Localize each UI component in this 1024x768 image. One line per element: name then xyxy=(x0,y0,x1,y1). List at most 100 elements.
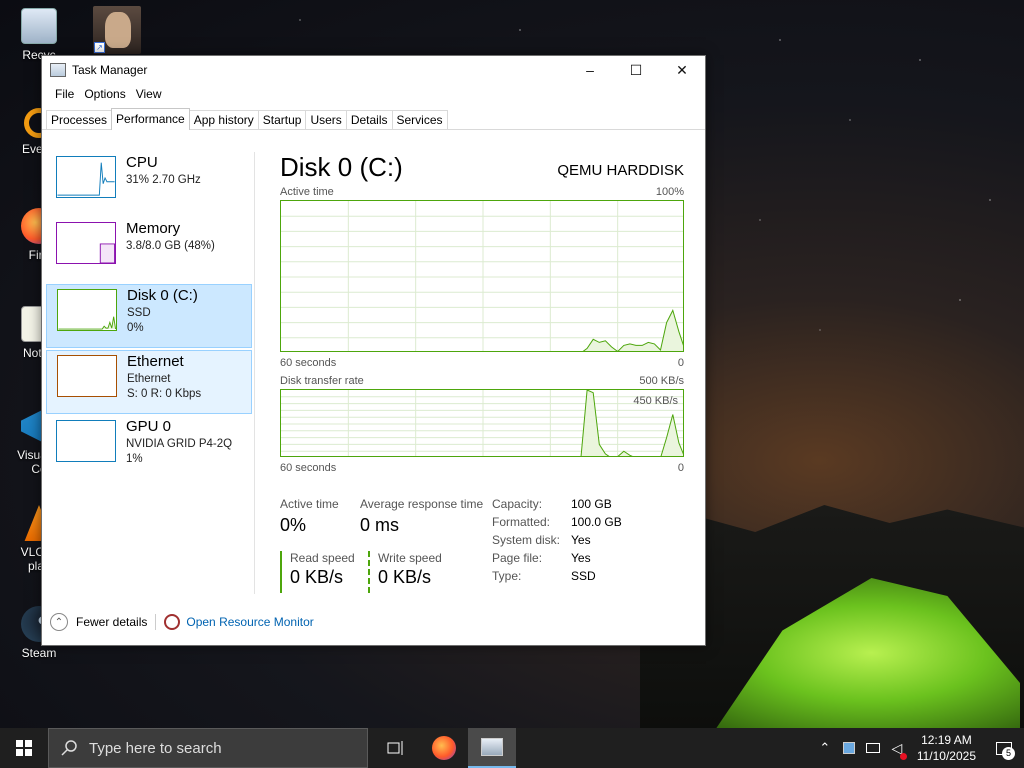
chevron-up-icon[interactable]: ⌃ xyxy=(813,728,837,768)
tab-performance[interactable]: Performance xyxy=(111,108,190,130)
cpu-usage: 31% 2.70 GHz xyxy=(126,174,201,186)
formatted-label: Formatted: xyxy=(492,515,551,529)
disk-model: QEMU HARDDISK xyxy=(557,162,684,179)
sidebar-item-disk[interactable]: Disk 0 (C:) SSD 0% xyxy=(46,284,252,348)
menu-view[interactable]: View xyxy=(131,87,167,101)
memory-thumbnail-graph xyxy=(56,222,116,264)
tab-processes[interactable]: Processes xyxy=(46,110,113,129)
ethernet-thumbnail-graph xyxy=(57,355,117,397)
clock-time: 12:19 AM xyxy=(921,733,972,747)
read-speed-value: 0 KB/s xyxy=(290,567,344,587)
transfer-rate-graph xyxy=(280,389,686,459)
ethernet-name: Ethernet xyxy=(127,353,184,370)
desktop-icon-game[interactable]: ↗ xyxy=(93,6,141,54)
read-speed-block: Read speed 0 KB/s xyxy=(280,551,355,593)
disk-detail-panel: Disk 0 (C:) QEMU HARDDISK Active time 10… xyxy=(280,152,686,593)
read-speed-label: Read speed xyxy=(290,551,355,565)
cpu-thumbnail-graph xyxy=(56,156,116,198)
recycle-bin-icon xyxy=(21,8,57,44)
response-time-label: Average response time xyxy=(360,497,484,511)
write-speed-value: 0 KB/s xyxy=(378,567,432,587)
cpu-name: CPU xyxy=(126,154,158,171)
task-view-icon xyxy=(387,741,403,755)
taskbar-clock[interactable]: 12:19 AM 11/10/2025 xyxy=(909,732,984,764)
tab-details[interactable]: Details xyxy=(345,110,393,129)
capacity-label: Capacity: xyxy=(492,497,543,511)
firefox-icon xyxy=(432,736,456,760)
close-button[interactable]: ✕ xyxy=(659,56,705,84)
network-monitor-icon xyxy=(865,743,880,753)
taskbar: Type here to search ⌃ ◁ 12:19 AM 11/10/2… xyxy=(0,728,1024,768)
tab-users[interactable]: Users xyxy=(305,110,347,129)
tab-bar: Processes Performance App history Startu… xyxy=(42,108,705,130)
taskbar-firefox[interactable] xyxy=(420,728,468,768)
tab-services[interactable]: Services xyxy=(391,110,448,129)
task-manager-icon xyxy=(50,63,66,77)
type-label: Type: xyxy=(492,569,522,583)
write-speed-label: Write speed xyxy=(378,551,442,565)
notification-count-badge: 5 xyxy=(1002,747,1015,760)
volume-muted-icon[interactable]: ◁ xyxy=(885,728,909,768)
active-time-graph-min: 0 xyxy=(677,357,684,369)
tray-app-icon[interactable] xyxy=(837,728,861,768)
game-face-icon xyxy=(105,12,131,48)
active-time-graph-label: Active time xyxy=(280,186,334,198)
window-footer: ⌃ Fewer details Open Resource Monitor xyxy=(50,613,314,631)
tab-startup[interactable]: Startup xyxy=(257,110,307,129)
clock-date: 11/10/2025 xyxy=(916,749,976,763)
minimize-button[interactable]: – xyxy=(567,56,613,84)
transfer-rate-graph-time: 60 seconds xyxy=(280,462,337,474)
gpu-thumbnail-graph xyxy=(56,420,116,462)
sidebar-item-cpu[interactable]: CPU 31% 2.70 GHz xyxy=(46,152,252,216)
ethernet-throughput: S: 0 R: 0 Kbps xyxy=(127,388,202,400)
menu-file[interactable]: File xyxy=(50,87,79,101)
memory-name: Memory xyxy=(126,220,181,237)
type-value: SSD xyxy=(571,569,596,583)
transfer-rate-scale-label: 450 KB/s xyxy=(633,395,678,407)
system-tray: ⌃ ◁ 12:19 AM 11/10/2025 5 xyxy=(813,728,1024,768)
active-time-label: Active time xyxy=(280,497,339,511)
network-icon[interactable] xyxy=(861,728,885,768)
sidebar-item-ethernet[interactable]: Ethernet Ethernet S: 0 R: 0 Kbps xyxy=(46,350,252,414)
gpu-model: NVIDIA GRID P4-2Q xyxy=(126,438,233,450)
performance-sidebar: CPU 31% 2.70 GHz Memory 3.8/8.0 GB (48%)… xyxy=(46,152,252,482)
gpu-usage: 1% xyxy=(126,453,143,465)
shortcut-arrow-icon: ↗ xyxy=(94,42,105,53)
transfer-rate-graph-label: Disk transfer rate xyxy=(280,375,364,387)
page-file-label: Page file: xyxy=(492,551,543,565)
taskbar-task-manager[interactable] xyxy=(468,728,516,768)
start-button[interactable] xyxy=(0,728,48,768)
menu-bar: File Options View xyxy=(42,84,705,104)
title-bar[interactable]: Task Manager – ☐ ✕ xyxy=(42,56,705,84)
maximize-button[interactable]: ☐ xyxy=(613,56,659,84)
capacity-value: 100 GB xyxy=(571,497,612,511)
window-title: Task Manager xyxy=(72,63,148,77)
tab-app-history[interactable]: App history xyxy=(188,110,259,129)
windows-logo-icon xyxy=(16,740,32,756)
active-time-graph xyxy=(280,200,686,354)
chevron-up-icon[interactable]: ⌃ xyxy=(50,613,68,631)
taskbar-search-box[interactable]: Type here to search xyxy=(48,728,368,768)
menu-options[interactable]: Options xyxy=(79,87,130,101)
fewer-details-link[interactable]: Fewer details xyxy=(76,615,147,629)
system-disk-value: Yes xyxy=(571,533,591,547)
active-time-graph-time: 60 seconds xyxy=(280,357,337,369)
desktop-icon-recycle-bin[interactable]: Recyc xyxy=(4,8,74,62)
resource-monitor-icon xyxy=(164,614,181,630)
active-time-value: 0% xyxy=(280,515,307,535)
notification-center-button[interactable]: 5 xyxy=(984,728,1024,768)
disk-properties: Capacity: 100 GB Formatted: 100.0 GB Syste… xyxy=(492,497,622,587)
sidebar-divider xyxy=(254,152,255,594)
disk-usage: 0% xyxy=(127,322,144,334)
memory-usage: 3.8/8.0 GB (48%) xyxy=(126,240,215,252)
sidebar-item-gpu[interactable]: GPU 0 NVIDIA GRID P4-2Q 1% xyxy=(46,416,252,480)
active-time-graph-max: 100% xyxy=(655,186,684,198)
mute-badge-icon xyxy=(899,753,907,760)
transfer-rate-graph-max: 500 KB/s xyxy=(639,375,684,387)
sidebar-item-memory[interactable]: Memory 3.8/8.0 GB (48%) xyxy=(46,218,252,282)
open-resource-monitor-link[interactable]: Open Resource Monitor xyxy=(186,615,313,629)
footer-divider xyxy=(155,614,157,630)
search-placeholder: Type here to search xyxy=(89,739,222,757)
task-view-button[interactable] xyxy=(372,728,420,768)
gpu-name: GPU 0 xyxy=(126,418,172,435)
